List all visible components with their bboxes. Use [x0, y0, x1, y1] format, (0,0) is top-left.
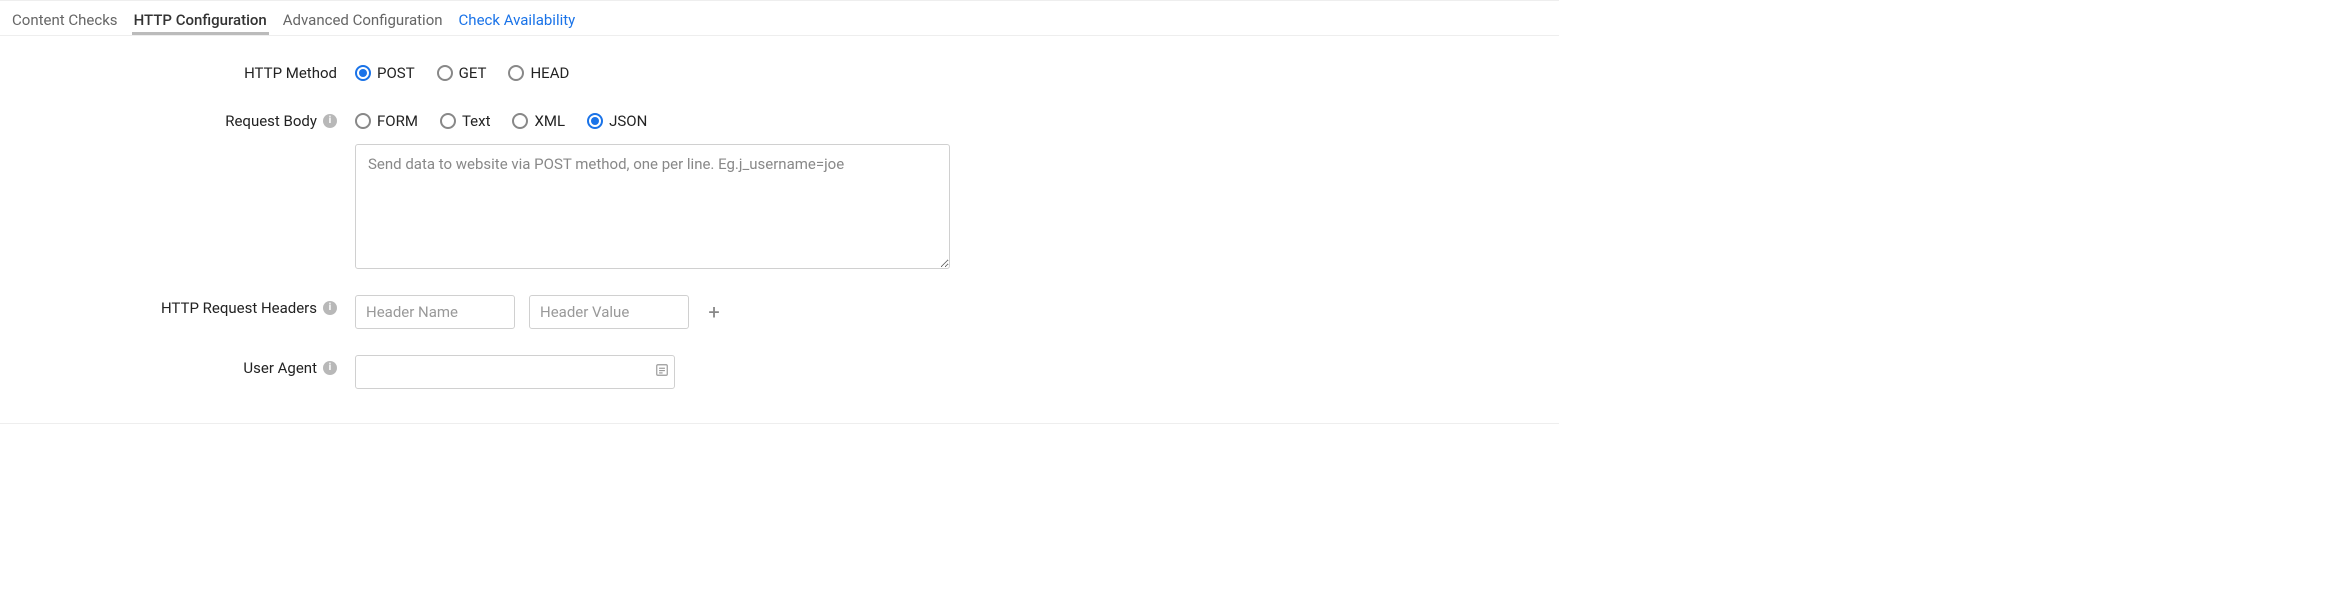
tab-check-availability[interactable]: Check Availability [457, 7, 578, 35]
radio-label: Text [462, 112, 491, 130]
http-method-radio-group: POST GET HEAD [355, 60, 1549, 82]
tab-content-checks[interactable]: Content Checks [10, 7, 120, 35]
request-body-form[interactable]: FORM [355, 112, 418, 130]
radio-icon [512, 113, 528, 129]
request-body-json[interactable]: JSON [587, 112, 647, 130]
request-body-label: Request Body [225, 112, 317, 130]
radio-icon [355, 65, 371, 81]
header-value-input[interactable] [529, 295, 689, 329]
radio-icon [508, 65, 524, 81]
header-name-input[interactable] [355, 295, 515, 329]
request-body-radio-group: FORM Text XML JSON [355, 108, 1549, 130]
radio-label: FORM [377, 112, 418, 130]
radio-icon [355, 113, 371, 129]
radio-icon [440, 113, 456, 129]
user-agent-label: User Agent [243, 359, 317, 377]
tab-http-configuration[interactable]: HTTP Configuration [132, 7, 269, 35]
help-icon[interactable]: i [323, 114, 337, 128]
http-method-head[interactable]: HEAD [508, 64, 569, 82]
http-method-post[interactable]: POST [355, 64, 415, 82]
http-method-label: HTTP Method [244, 64, 337, 82]
http-config-form: HTTP Method POST GET HEAD [0, 36, 1559, 423]
http-method-get[interactable]: GET [437, 64, 487, 82]
help-icon[interactable]: i [323, 301, 337, 315]
tab-bar: Content Checks HTTP Configuration Advanc… [0, 1, 1559, 36]
request-body-textarea[interactable] [355, 144, 950, 269]
help-icon[interactable]: i [323, 361, 337, 375]
radio-label: XML [534, 112, 565, 130]
request-body-text[interactable]: Text [440, 112, 491, 130]
radio-label: HEAD [530, 64, 569, 82]
radio-icon [587, 113, 603, 129]
add-header-button[interactable]: + [703, 301, 725, 323]
tab-advanced-configuration[interactable]: Advanced Configuration [281, 7, 445, 35]
request-headers-label: HTTP Request Headers [161, 299, 317, 317]
user-agent-input[interactable] [355, 355, 675, 389]
radio-label: GET [459, 64, 487, 82]
radio-icon [437, 65, 453, 81]
radio-label: JSON [609, 112, 647, 130]
request-body-xml[interactable]: XML [512, 112, 565, 130]
radio-label: POST [377, 64, 415, 82]
